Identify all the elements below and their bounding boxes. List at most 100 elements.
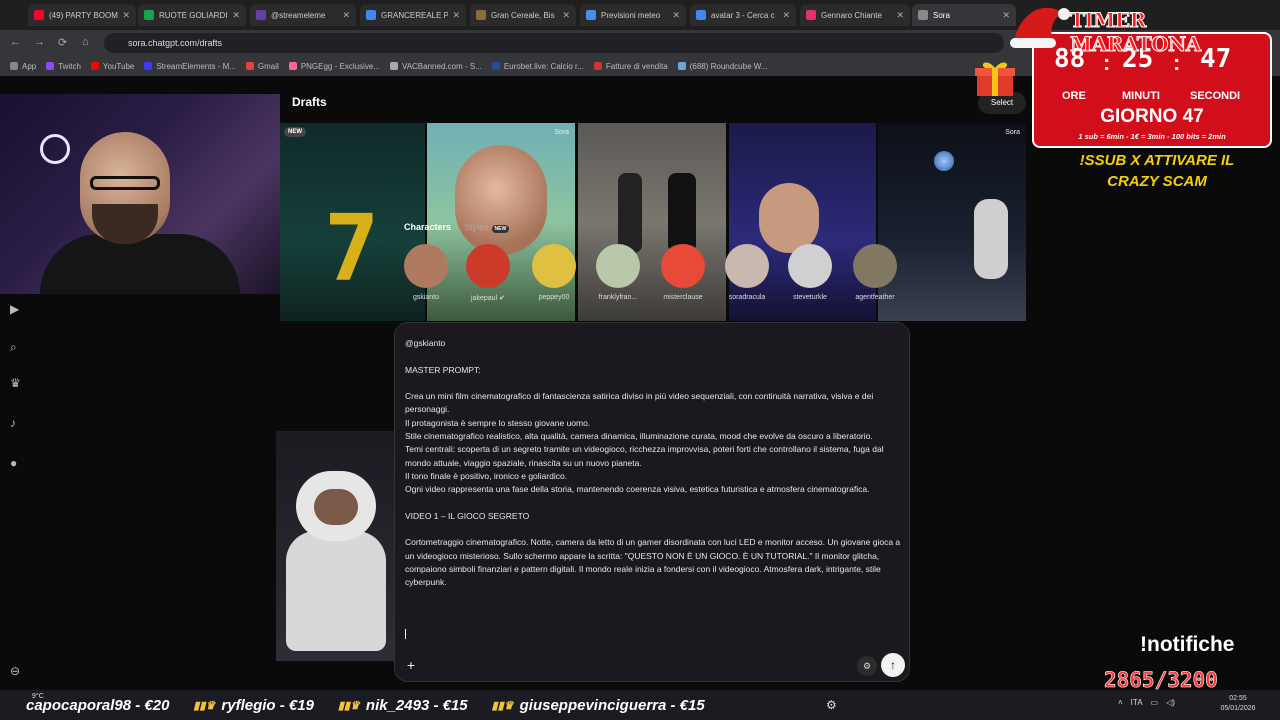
timer-minutes-label: MINUTI: [1122, 90, 1160, 102]
bookmark-streamelements[interactable]: StreamElements - M...: [144, 62, 236, 71]
url-field[interactable]: sora.chatgpt.com/drafts: [104, 33, 1004, 53]
bookmark-vacbanned[interactable]: VACBanned.com - S...: [389, 62, 482, 71]
prompt-textarea[interactable]: @gskianto MASTER PROMPT: Crea un mini fi…: [405, 337, 901, 590]
bookmark-twitch[interactable]: Twitch: [46, 62, 81, 71]
browser-tab[interactable]: (49) PARTY BOOM ✕: [28, 4, 136, 26]
settings-button[interactable]: ⚙: [857, 656, 877, 676]
ticker-item: ▮▮♛ giuseppevinciguerra - €15: [491, 696, 705, 714]
webcam-person-body: [40, 234, 240, 294]
close-tab-icon[interactable]: ✕: [896, 10, 904, 21]
ring-light: [40, 134, 70, 164]
bookmark-pngegg[interactable]: PNGEgg - Exclusive...: [288, 62, 380, 71]
bookmark-youtube[interactable]: YouTube: [90, 62, 134, 71]
send-button[interactable]: ↑: [881, 653, 905, 677]
prompt-composer: @gskianto MASTER PROMPT: Crea un mini fi…: [394, 322, 910, 682]
browser-tab[interactable]: GRANCEREALE PI ✕: [360, 4, 466, 26]
tab-characters[interactable]: Characters: [404, 222, 451, 232]
verified-icon: ✔: [499, 295, 505, 302]
language-indicator[interactable]: ITA: [1131, 698, 1143, 707]
add-attachment-button[interactable]: +: [403, 657, 419, 673]
browser-tab-active[interactable]: Sora ✕: [912, 4, 1016, 26]
new-badge: NEW: [491, 225, 510, 233]
earth-in-sky: [934, 151, 954, 171]
close-tab-icon[interactable]: ✕: [122, 10, 130, 21]
trophy-icon: ▮▮♛: [193, 699, 216, 712]
webcam-glasses: [90, 176, 160, 190]
apps-grid-icon: [10, 62, 18, 70]
character-avatar: [466, 244, 510, 288]
timer-rates: 1 sub = 6min - 1€ = 3min - 100 bits = 2m…: [1078, 132, 1226, 141]
more-icon[interactable]: ⊖: [10, 664, 24, 678]
invoice-icon: [593, 62, 602, 70]
browser-tab[interactable]: Previsioni meteo ✕: [580, 4, 686, 26]
character-avatar: [661, 244, 705, 288]
character-steveturkle[interactable]: steveturkle: [782, 244, 838, 301]
system-clock[interactable]: 02:55 05/01/2026: [1208, 694, 1268, 714]
character-peppey00[interactable]: peppey00: [526, 244, 582, 301]
close-tab-icon[interactable]: ✕: [562, 10, 570, 21]
notifiche-command: !notifiche: [1140, 633, 1235, 656]
character-jakepaul[interactable]: jakepaul ✔: [460, 244, 516, 302]
close-tab-icon[interactable]: ✕: [232, 10, 240, 21]
browser-tab[interactable]: @streameleme ✕: [250, 4, 356, 26]
browser-tab[interactable]: Gennaro Chiante ✕: [800, 4, 910, 26]
astronaut-face: [314, 489, 358, 525]
character-avatar: [853, 244, 897, 288]
character-avatar: [788, 244, 832, 288]
bookmark-apps[interactable]: App: [10, 62, 36, 71]
search-icon[interactable]: ⌕: [10, 340, 24, 354]
bookmark-eurobet[interactable]: Eurobet.live: Calcio r...: [491, 62, 584, 71]
sheets-icon: [144, 10, 154, 20]
character-avatar: [596, 244, 640, 288]
bookmark-roundcube[interactable]: (688) Roundcube W...: [677, 62, 768, 71]
network-icon[interactable]: ▭: [1151, 698, 1159, 707]
timer-day: GIORNO 47: [1100, 106, 1204, 127]
home-icon[interactable]: ⌂: [82, 36, 89, 48]
page-title: Drafts: [292, 95, 327, 109]
character-gskianto[interactable]: gskianto: [398, 244, 454, 301]
instagram-icon: [806, 10, 816, 20]
browser-tab[interactable]: RUOTE GOLIARDI ✕: [138, 4, 246, 26]
back-icon[interactable]: ←: [10, 36, 21, 48]
volume-icon[interactable]: ◁): [1166, 698, 1175, 707]
ticker-item: ▮▮♛ nik_2493 - €15: [337, 696, 468, 714]
scam-overlay-text: !SSUB X ATTIVARE IL CRAZY SCAM: [1079, 152, 1235, 190]
bookmark-fatture[interactable]: Fatture di vendita: [593, 62, 668, 71]
chevron-up-icon[interactable]: ˄: [1118, 698, 1123, 707]
close-tab-icon[interactable]: ✕: [672, 10, 680, 21]
close-tab-icon[interactable]: ✕: [452, 10, 460, 21]
bell-icon[interactable]: ♪: [10, 416, 24, 430]
play-icon[interactable]: ▶: [10, 302, 24, 316]
browser-tab[interactable]: Gran Cereale, Bis ✕: [470, 4, 576, 26]
goal-counter: 2865/3200: [1104, 668, 1218, 693]
character-avatar: [532, 244, 576, 288]
timer-title: TIMER MARATONA: [1070, 8, 1202, 57]
avatar[interactable]: ●: [10, 456, 24, 470]
ticker-item: capocaporal98 - €20: [26, 696, 170, 714]
eurobet-icon: [491, 62, 500, 70]
gmail-icon: [245, 62, 254, 70]
character-franklyfran[interactable]: franklyfran...: [590, 244, 646, 301]
settings-gear-icon[interactable]: ⚙: [826, 698, 837, 712]
tab-styles[interactable]: Styles NEW: [464, 222, 510, 233]
sora-watermark: Sora: [554, 129, 569, 136]
close-tab-icon[interactable]: ✕: [782, 10, 790, 21]
browser-tab[interactable]: avatar 3 - Cerca c ✕: [690, 4, 796, 26]
forward-icon[interactable]: →: [34, 36, 45, 48]
text-caret: [405, 629, 406, 639]
trophy-icon: ▮▮♛: [337, 699, 360, 712]
reload-icon[interactable]: ⟳: [58, 36, 67, 49]
close-tab-icon[interactable]: ✕: [342, 10, 350, 21]
character-agentfeather[interactable]: agentfeather: [847, 244, 903, 301]
astronaut-suit: [286, 531, 386, 651]
timer-seconds-label: SECONDI: [1190, 90, 1241, 102]
donation-ticker: capocaporal98 - €20 ▮▮♛ ryflegio - €19 ▮▮…: [0, 690, 900, 720]
ticker-item: ▮▮♛ ryflegio - €19: [193, 696, 314, 714]
twitch-icon: [46, 62, 55, 70]
bookmark-gmail[interactable]: Gmail: [245, 62, 279, 71]
trophy-icon[interactable]: ♛: [10, 376, 24, 390]
character-soradracula[interactable]: soradracula: [719, 244, 775, 301]
astronaut-figure: [974, 199, 1008, 279]
draft-thumbnail-astronaut[interactable]: [276, 431, 396, 661]
character-misterclause[interactable]: misterclause: [655, 244, 711, 301]
